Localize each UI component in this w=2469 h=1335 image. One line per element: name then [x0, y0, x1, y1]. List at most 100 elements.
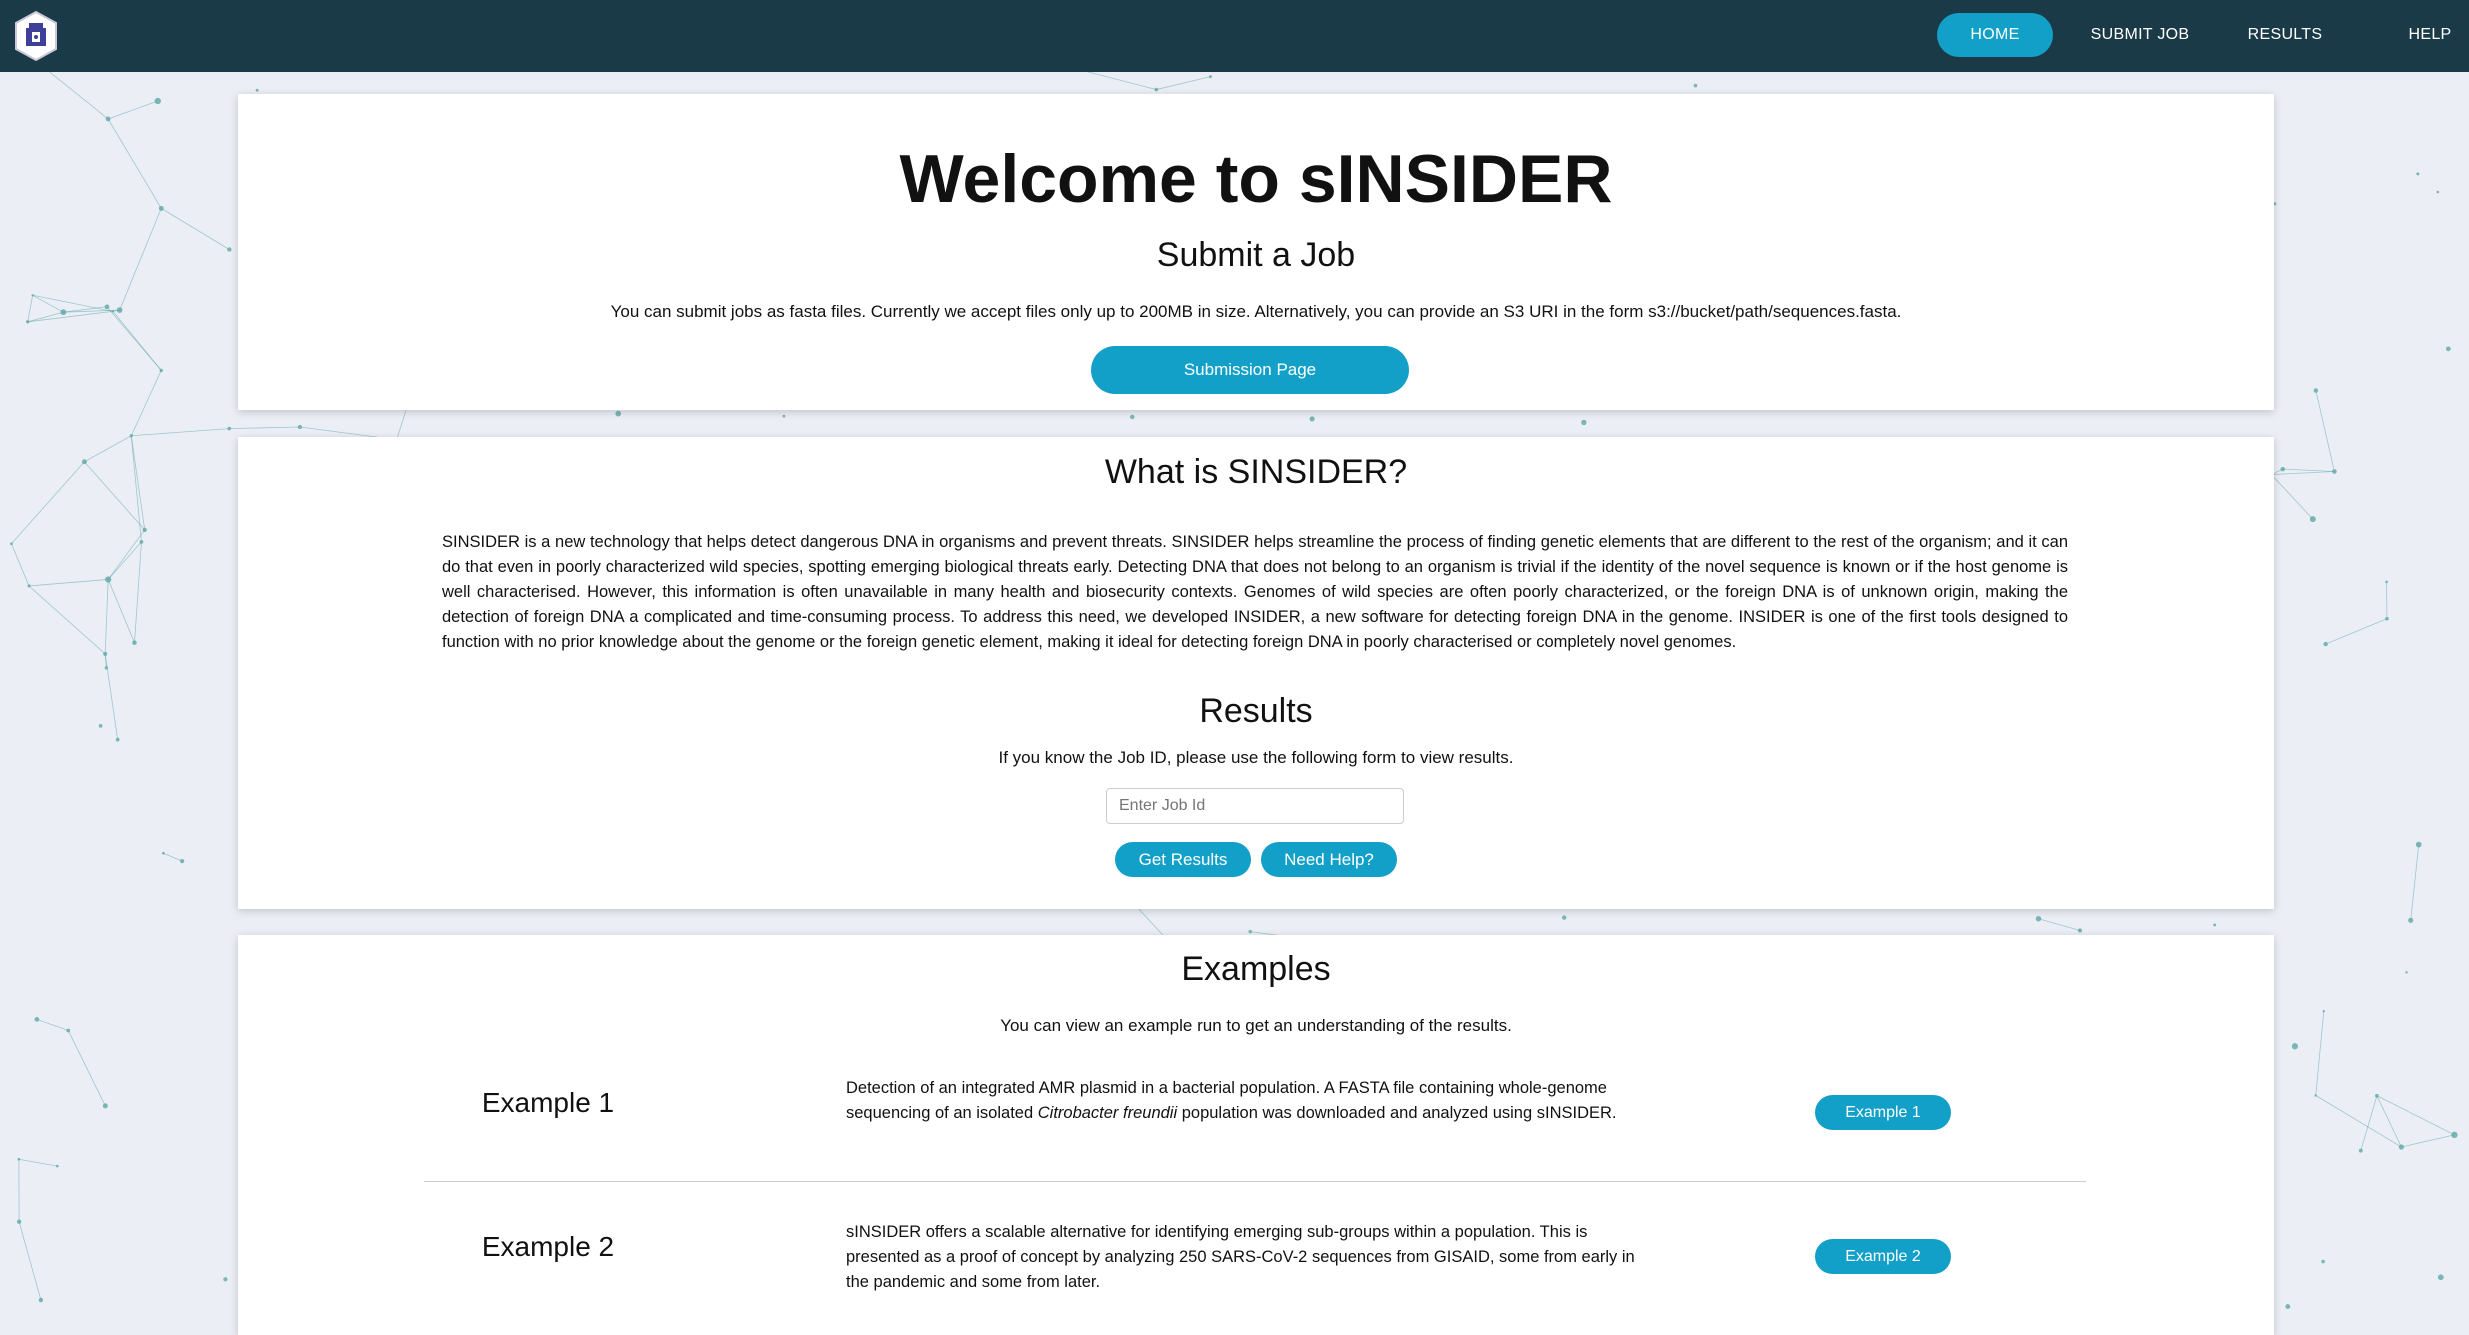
- network-line: [2326, 619, 2387, 644]
- example-description: Detection of an integrated AMR plasmid i…: [846, 1076, 1646, 1126]
- network-node: [2314, 388, 2319, 393]
- network-node: [2292, 1043, 2298, 1049]
- network-node: [223, 1277, 227, 1281]
- network-line: [1156, 77, 1210, 90]
- example-1-button[interactable]: Example 1: [1815, 1095, 1951, 1130]
- network-node: [26, 320, 29, 323]
- submit-job-heading: Submit a Job: [238, 236, 2274, 275]
- network-node: [2315, 1094, 2317, 1096]
- network-line: [229, 427, 300, 429]
- network-line: [131, 436, 144, 530]
- network-node: [155, 98, 161, 104]
- network-line: [28, 311, 113, 321]
- network-node: [227, 427, 231, 431]
- network-node: [2436, 191, 2439, 194]
- example-2-button[interactable]: Example 2: [1815, 1239, 1951, 1274]
- network-node: [2385, 617, 2389, 621]
- network-node: [160, 369, 163, 372]
- network-node: [2408, 918, 2413, 923]
- network-line: [11, 462, 84, 544]
- network-node: [1154, 88, 1158, 92]
- need-help-button[interactable]: Need Help?: [1261, 842, 1397, 877]
- network-node: [2416, 172, 2419, 175]
- network-node: [103, 1103, 108, 1108]
- network-line: [2361, 1096, 2377, 1151]
- network-node: [99, 724, 103, 728]
- example-description-text: sINSIDER offers a scalable alternative f…: [846, 1223, 1635, 1291]
- example-divider: [424, 1181, 2086, 1182]
- network-node: [2385, 581, 2388, 584]
- network-node: [1209, 75, 1212, 78]
- network-node: [180, 859, 184, 863]
- network-node: [2323, 1010, 2325, 1012]
- network-node: [1248, 930, 1251, 933]
- network-node: [2036, 916, 2042, 922]
- site-logo-icon[interactable]: [12, 10, 60, 62]
- network-line: [105, 579, 108, 653]
- nav-home[interactable]: HOME: [1937, 13, 2053, 57]
- submit-job-description: You can submit jobs as fasta files. Curr…: [238, 302, 2274, 322]
- network-node: [112, 310, 114, 312]
- nav-results[interactable]: RESULTS: [2240, 13, 2330, 57]
- network-node: [106, 117, 111, 122]
- network-node: [132, 640, 137, 645]
- network-line: [120, 208, 162, 310]
- network-node: [2405, 971, 2407, 973]
- network-line: [2316, 390, 2335, 471]
- network-node: [2375, 1094, 2379, 1098]
- network-node: [82, 459, 87, 464]
- network-line: [37, 1019, 68, 1030]
- network-line: [108, 101, 158, 119]
- network-node: [2285, 1304, 2290, 1309]
- network-line: [2271, 472, 2334, 475]
- network-node: [2451, 1132, 2457, 1138]
- network-line: [28, 295, 33, 322]
- network-node: [1581, 420, 1586, 425]
- network-node: [17, 1220, 21, 1224]
- example-name: Example 1: [418, 1087, 678, 1119]
- example-row-2: Example 2 sINSIDER offers a scalable alt…: [238, 935, 2274, 1075]
- network-node: [105, 304, 110, 309]
- network-line: [108, 119, 161, 208]
- network-line: [113, 311, 161, 370]
- network-node: [256, 89, 259, 92]
- network-line: [11, 544, 29, 586]
- network-line: [131, 436, 141, 542]
- nav-submit-job[interactable]: SUBMIT JOB: [2080, 13, 2200, 57]
- network-line: [108, 542, 141, 580]
- network-node: [27, 584, 30, 587]
- example-description: sINSIDER offers a scalable alternative f…: [846, 1220, 1646, 1295]
- network-node: [298, 425, 302, 429]
- network-node: [39, 1298, 43, 1302]
- network-node: [31, 294, 33, 296]
- network-node: [615, 411, 621, 417]
- network-node: [1694, 84, 1698, 88]
- network-node: [783, 415, 786, 418]
- network-node: [2446, 346, 2451, 351]
- submission-page-button[interactable]: Submission Page: [1091, 346, 1409, 394]
- network-node: [105, 666, 108, 669]
- network-line: [163, 853, 182, 861]
- network-line: [29, 586, 105, 654]
- page-title: Welcome to sINSIDER: [238, 140, 2274, 218]
- network-line: [42, 66, 108, 119]
- get-results-button[interactable]: Get Results: [1115, 842, 1251, 877]
- about-heading: What is SINSIDER?: [238, 453, 2274, 492]
- network-line: [2377, 1096, 2455, 1135]
- network-line: [28, 312, 64, 322]
- network-node: [1130, 415, 1134, 419]
- network-node: [2323, 642, 2327, 646]
- network-node: [140, 540, 144, 544]
- nav-help[interactable]: HELP: [2395, 13, 2465, 57]
- job-id-input[interactable]: [1106, 788, 1404, 824]
- network-line: [29, 579, 108, 585]
- network-line: [84, 436, 131, 462]
- network-node: [60, 309, 66, 315]
- about-card: What is SINSIDER? SINSIDER is a new tech…: [238, 437, 2274, 909]
- network-line: [131, 429, 229, 436]
- network-line: [131, 370, 161, 435]
- network-line: [134, 542, 141, 643]
- network-node: [56, 1165, 59, 1168]
- network-node: [227, 247, 231, 251]
- network-line: [19, 1222, 41, 1300]
